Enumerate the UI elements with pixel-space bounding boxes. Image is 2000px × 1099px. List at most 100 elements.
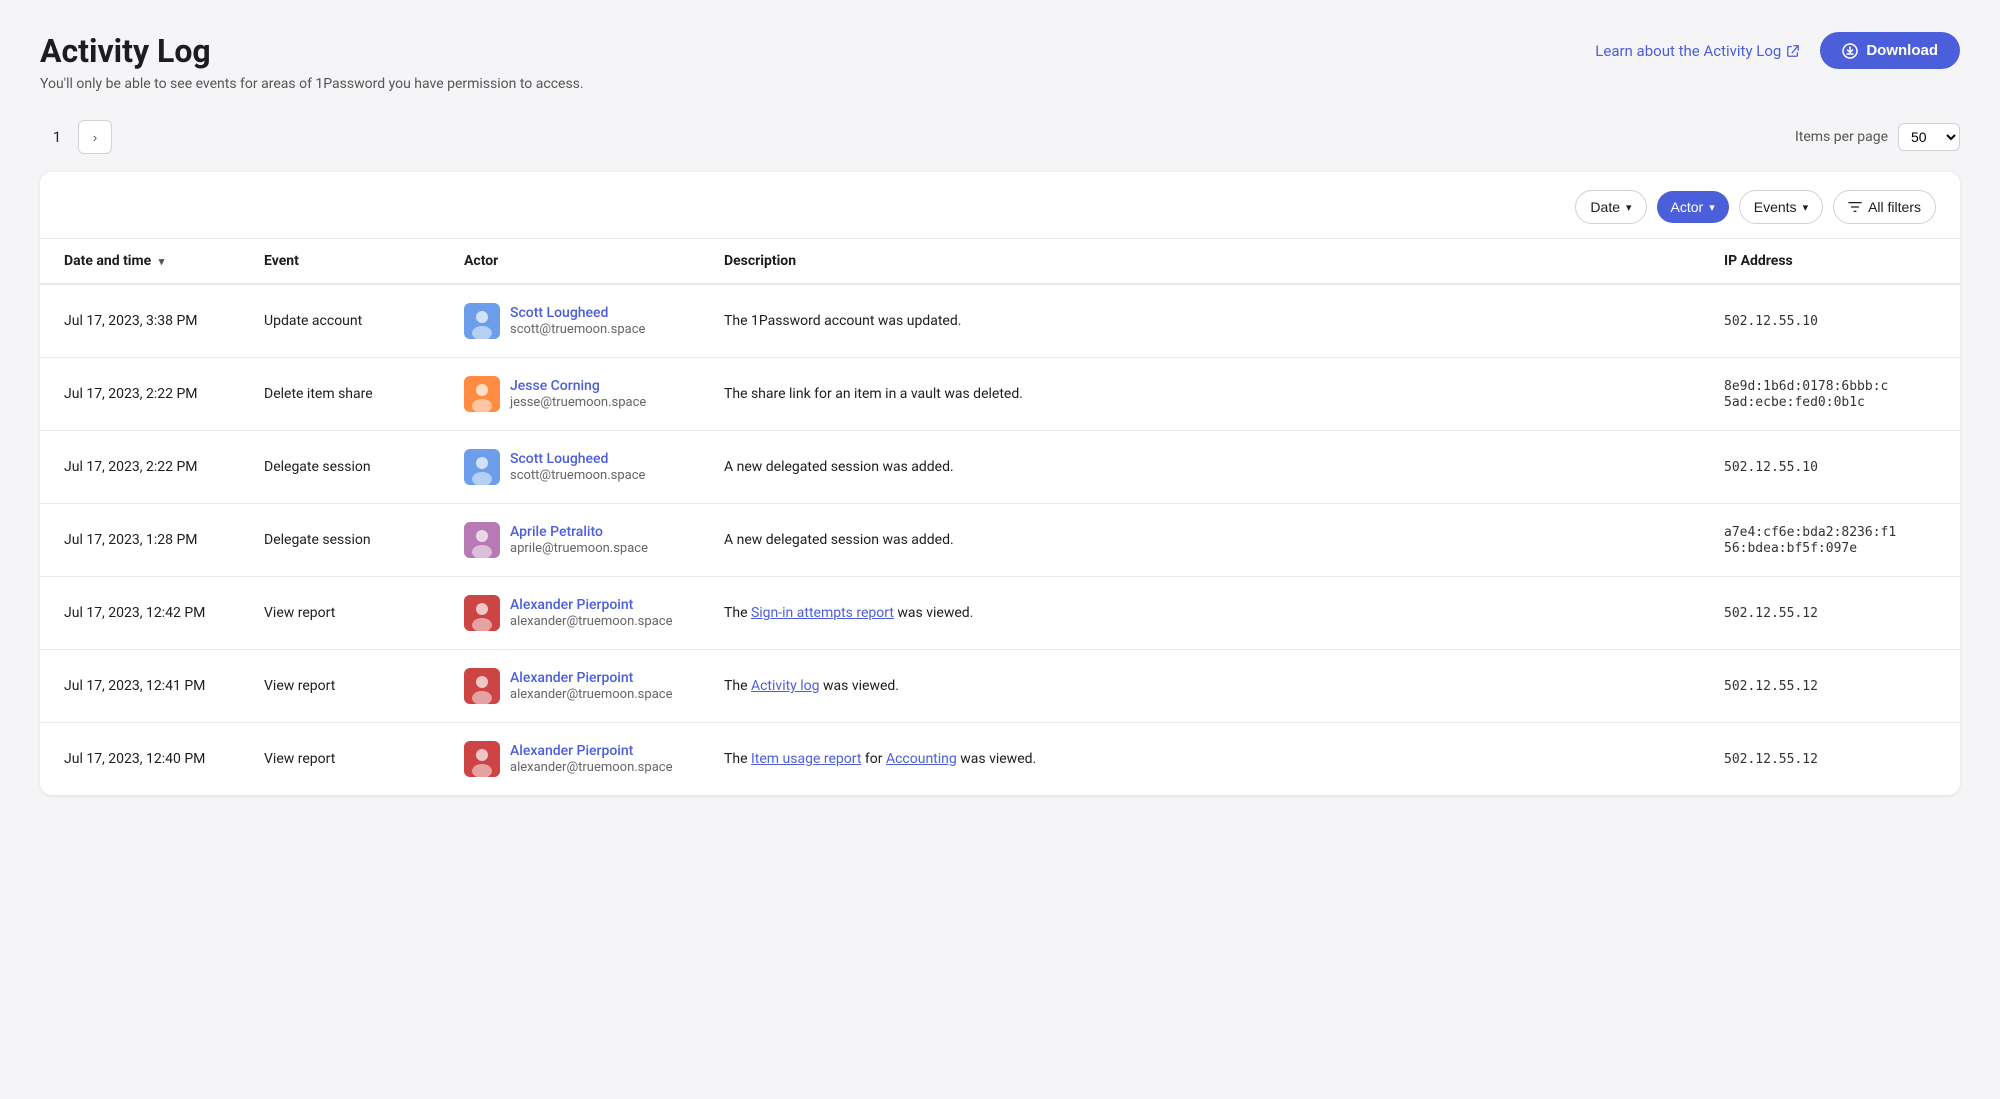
avatar xyxy=(464,522,500,558)
actor-cell: Alexander Pierpointalexander@truemoon.sp… xyxy=(464,741,676,777)
ip-address: 502.12.55.12 xyxy=(1724,752,1818,767)
avatar xyxy=(464,303,500,339)
actor-email: jesse@truemoon.space xyxy=(510,395,646,410)
cell-datetime: Jul 17, 2023, 2:22 PM xyxy=(40,358,240,431)
table-header-row: Date and time ▾ Event Actor Description … xyxy=(40,239,1960,284)
cell-actor: Alexander Pierpointalexander@truemoon.sp… xyxy=(440,650,700,723)
description-link[interactable]: Activity log xyxy=(751,678,820,694)
col-header-ip: IP Address xyxy=(1700,239,1960,284)
actor-cell: Aprile Petralitoaprile@truemoon.space xyxy=(464,522,676,558)
header-right: Learn about the Activity Log Download xyxy=(1595,32,1960,69)
table-row: Jul 17, 2023, 12:42 PMView report Alexan… xyxy=(40,577,1960,650)
table-row: Jul 17, 2023, 2:22 PMDelegate session Sc… xyxy=(40,431,1960,504)
page-wrapper: Activity Log You'll only be able to see … xyxy=(0,0,2000,827)
actor-cell: Alexander Pierpointalexander@truemoon.sp… xyxy=(464,668,676,704)
cell-ip: 502.12.55.12 xyxy=(1700,723,1960,796)
cell-ip: 502.12.55.10 xyxy=(1700,284,1960,358)
cell-actor: Alexander Pierpointalexander@truemoon.sp… xyxy=(440,723,700,796)
actor-cell: Alexander Pierpointalexander@truemoon.sp… xyxy=(464,595,676,631)
cell-ip: 502.12.55.12 xyxy=(1700,577,1960,650)
actor-name-link[interactable]: Aprile Petralito xyxy=(510,524,648,540)
actor-name-link[interactable]: Alexander Pierpoint xyxy=(510,597,672,613)
col-header-description: Description xyxy=(700,239,1700,284)
actor-email: alexander@truemoon.space xyxy=(510,687,672,702)
table-row: Jul 17, 2023, 12:41 PMView report Alexan… xyxy=(40,650,1960,723)
table-row: Jul 17, 2023, 3:38 PMUpdate account Scot… xyxy=(40,284,1960,358)
actor-chevron-icon: ▾ xyxy=(1709,201,1715,214)
avatar xyxy=(464,668,500,704)
cell-description: A new delegated session was added. xyxy=(700,431,1700,504)
events-chevron-icon: ▾ xyxy=(1803,201,1809,214)
events-filter-button[interactable]: Events ▾ xyxy=(1739,190,1823,224)
actor-name-link[interactable]: Scott Lougheed xyxy=(510,451,645,467)
table-row: Jul 17, 2023, 2:22 PMDelete item share J… xyxy=(40,358,1960,431)
actor-email: alexander@truemoon.space xyxy=(510,760,672,775)
actor-name-link[interactable]: Scott Lougheed xyxy=(510,305,645,321)
actor-filter-button[interactable]: Actor ▾ xyxy=(1657,191,1729,223)
cell-actor: Alexander Pierpointalexander@truemoon.sp… xyxy=(440,577,700,650)
cell-datetime: Jul 17, 2023, 1:28 PM xyxy=(40,504,240,577)
description-link[interactable]: Sign-in attempts report xyxy=(751,605,894,621)
cell-actor: Aprile Petralitoaprile@truemoon.space xyxy=(440,504,700,577)
cell-description: A new delegated session was added. xyxy=(700,504,1700,577)
cell-datetime: Jul 17, 2023, 2:22 PM xyxy=(40,431,240,504)
pagination-left: 1 › xyxy=(40,120,112,154)
cell-actor: Scott Lougheedscott@truemoon.space xyxy=(440,431,700,504)
sort-arrow-icon: ▾ xyxy=(159,255,165,268)
items-per-page-select[interactable]: 50 25 100 xyxy=(1898,123,1960,151)
cell-description: The 1Password account was updated. xyxy=(700,284,1700,358)
date-filter-button[interactable]: Date ▾ xyxy=(1575,190,1646,224)
ip-address: 8e9d:1b6d:0178:6bbb:c5ad:ecbe:fed0:0b1c xyxy=(1724,379,1888,410)
items-per-page-label: Items per page xyxy=(1795,129,1888,145)
table-row: Jul 17, 2023, 12:40 PMView report Alexan… xyxy=(40,723,1960,796)
ip-address: 502.12.55.10 xyxy=(1724,314,1818,329)
filter-icon xyxy=(1848,200,1862,214)
avatar xyxy=(464,741,500,777)
actor-email: scott@truemoon.space xyxy=(510,322,645,337)
col-header-event: Event xyxy=(240,239,440,284)
cell-event: Delegate session xyxy=(240,431,440,504)
cell-ip: a7e4:cf6e:bda2:8236:f156:bdea:bf5f:097e xyxy=(1700,504,1960,577)
cell-actor: Scott Lougheedscott@truemoon.space xyxy=(440,284,700,358)
col-header-datetime[interactable]: Date and time ▾ xyxy=(40,239,240,284)
cell-event: Delegate session xyxy=(240,504,440,577)
learn-link[interactable]: Learn about the Activity Log xyxy=(1595,42,1800,60)
next-page-button[interactable]: › xyxy=(78,120,112,154)
cell-event: View report xyxy=(240,723,440,796)
cell-actor: Jesse Corningjesse@truemoon.space xyxy=(440,358,700,431)
activity-table: Date and time ▾ Event Actor Description … xyxy=(40,239,1960,795)
cell-description: The share link for an item in a vault wa… xyxy=(700,358,1700,431)
avatar xyxy=(464,376,500,412)
page-number: 1 xyxy=(40,120,74,154)
cell-ip: 502.12.55.12 xyxy=(1700,650,1960,723)
actor-cell: Scott Lougheedscott@truemoon.space xyxy=(464,449,676,485)
external-link-icon xyxy=(1786,44,1800,58)
actor-email: aprile@truemoon.space xyxy=(510,541,648,556)
actor-name-link[interactable]: Alexander Pierpoint xyxy=(510,743,672,759)
page-subtitle: You'll only be able to see events for ar… xyxy=(40,76,584,92)
cell-event: Delete item share xyxy=(240,358,440,431)
header-left: Activity Log You'll only be able to see … xyxy=(40,32,584,92)
cell-event: View report xyxy=(240,577,440,650)
description-link-2[interactable]: Accounting xyxy=(886,751,957,767)
ip-address: 502.12.55.12 xyxy=(1724,606,1818,621)
cell-event: View report xyxy=(240,650,440,723)
page-title: Activity Log xyxy=(40,32,584,70)
ip-address: 502.12.55.10 xyxy=(1724,460,1818,475)
cell-description: The Sign-in attempts report was viewed. xyxy=(700,577,1700,650)
all-filters-button[interactable]: All filters xyxy=(1833,190,1936,224)
download-button[interactable]: Download xyxy=(1820,32,1960,69)
ip-address: 502.12.55.12 xyxy=(1724,679,1818,694)
col-header-actor: Actor xyxy=(440,239,700,284)
description-link[interactable]: Item usage report xyxy=(751,751,861,767)
ip-address: a7e4:cf6e:bda2:8236:f156:bdea:bf5f:097e xyxy=(1724,525,1896,556)
cell-datetime: Jul 17, 2023, 12:41 PM xyxy=(40,650,240,723)
table-card: Date ▾ Actor ▾ Events ▾ All filters xyxy=(40,172,1960,795)
cell-description: The Item usage report for Accounting was… xyxy=(700,723,1700,796)
actor-name-link[interactable]: Alexander Pierpoint xyxy=(510,670,672,686)
cell-ip: 8e9d:1b6d:0178:6bbb:c5ad:ecbe:fed0:0b1c xyxy=(1700,358,1960,431)
actor-name-link[interactable]: Jesse Corning xyxy=(510,378,646,394)
pagination-bar: 1 › Items per page 50 25 100 xyxy=(40,120,1960,154)
cell-ip: 502.12.55.10 xyxy=(1700,431,1960,504)
items-per-page-control: Items per page 50 25 100 xyxy=(1795,123,1960,151)
